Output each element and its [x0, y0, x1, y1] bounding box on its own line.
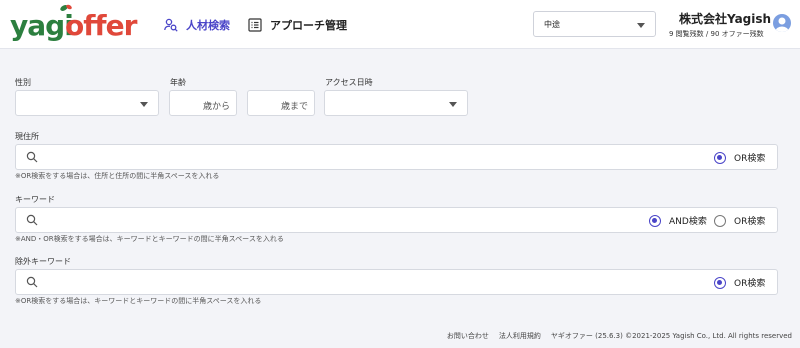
keyword-or-radio[interactable]: OR検索: [714, 214, 765, 227]
age-to-suffix: 歳まで: [280, 102, 308, 112]
list-icon: [248, 18, 262, 32]
search-icon: [26, 276, 38, 288]
yagioffer-logo[interactable]: yagi offer: [10, 3, 137, 47]
radio-selected-icon: [714, 276, 726, 289]
recruitment-type-value: 中途: [544, 19, 560, 29]
recruitment-type-select[interactable]: 中途: [533, 11, 656, 37]
keyword-hint: ※AND・OR検索をする場合は、キーワードとキーワードの間に半角スペースを入れる: [15, 235, 284, 243]
chevron-down-icon: [637, 23, 645, 28]
user-icon: [775, 17, 789, 32]
keyword-and-radio[interactable]: AND検索: [649, 214, 707, 227]
search-icon: [26, 151, 38, 163]
nav-talent-search-label: 人材検索: [186, 19, 230, 32]
person-search-icon: [164, 18, 178, 32]
nav-talent-search[interactable]: 人材検索: [164, 16, 230, 34]
logo-yagi-text: yagi: [10, 9, 74, 42]
residence-label: 現住所: [15, 132, 39, 141]
chevron-down-icon: [449, 102, 457, 107]
residence-or-radio[interactable]: OR検索: [714, 151, 765, 164]
logo-offer-text: offer: [65, 9, 137, 42]
age-from-suffix: 歳から: [202, 102, 230, 112]
exclude-keyword-search-input[interactable]: OR検索: [15, 269, 778, 295]
access-date-select[interactable]: [324, 90, 468, 116]
radio-unselected-icon: [714, 214, 726, 227]
nav-approach-management-label: アプローチ管理: [270, 19, 347, 32]
search-icon: [26, 214, 38, 226]
residence-or-label: OR検索: [734, 154, 766, 164]
gender-select[interactable]: [15, 90, 159, 116]
keyword-search-input[interactable]: AND検索 OR検索: [15, 207, 778, 233]
contact-link[interactable]: お問い合わせ: [447, 331, 489, 341]
header: yagi offer 人材検索 アプローチ管理 中途 株式会社Yagish 9 …: [0, 0, 800, 49]
residence-hint: ※OR検索をする場合は、住所と住所の間に半角スペースを入れる: [15, 172, 220, 180]
access-date-label: アクセス日時: [325, 78, 373, 87]
avatar[interactable]: [773, 14, 791, 32]
remaining-counts: 9 閲覧残数 / 90 オファー残数: [669, 30, 764, 38]
exclude-keyword-label: 除外キーワード: [15, 257, 71, 266]
radio-selected-icon: [714, 151, 726, 164]
footer: お問い合わせ 法人利用規約 ヤギオファー (25.6.3) ©2021-2025…: [447, 331, 792, 341]
terms-link[interactable]: 法人利用規約: [499, 331, 541, 341]
company-name: 株式会社Yagish: [679, 12, 772, 26]
exclude-keyword-hint: ※OR検索をする場合は、キーワードとキーワードの間に半角スペースを入れる: [15, 297, 262, 305]
age-label: 年齢: [170, 78, 186, 87]
nav-approach-management[interactable]: アプローチ管理: [248, 16, 347, 34]
chevron-down-icon: [140, 102, 148, 107]
keyword-label: キーワード: [15, 195, 55, 204]
age-to-input[interactable]: 歳まで: [247, 90, 315, 116]
keyword-and-label: AND検索: [669, 217, 707, 227]
keyword-or-label: OR検索: [734, 217, 766, 227]
age-from-input[interactable]: 歳から: [169, 90, 237, 116]
exclude-or-radio[interactable]: OR検索: [714, 276, 765, 289]
exclude-or-label: OR検索: [734, 279, 766, 289]
gender-label: 性別: [15, 78, 31, 87]
copyright-text: ヤギオファー (25.6.3) ©2021-2025 Yagish Co., L…: [550, 332, 792, 340]
residence-search-input[interactable]: OR検索: [15, 144, 778, 170]
radio-selected-icon: [649, 214, 661, 227]
